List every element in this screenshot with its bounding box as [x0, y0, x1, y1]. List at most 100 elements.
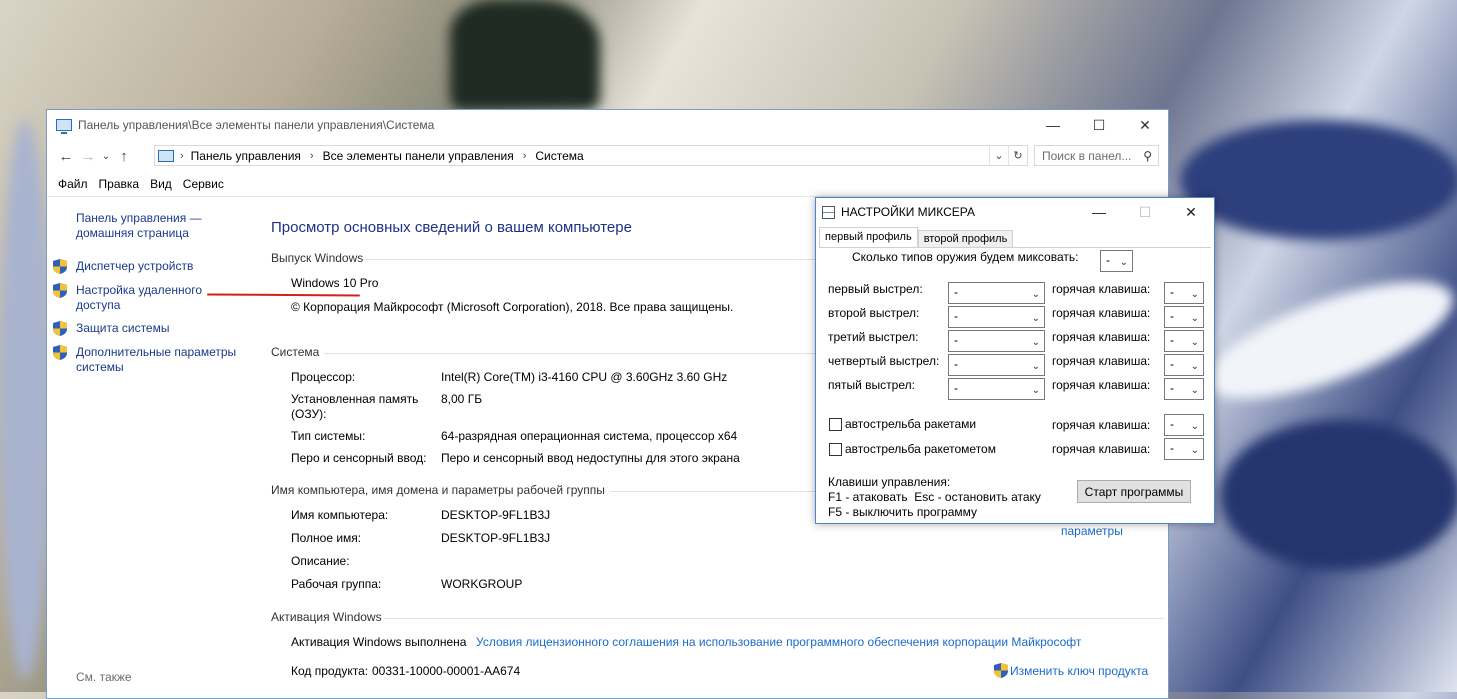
- pen-touch-label: Перо и сенсорный ввод:: [291, 451, 427, 465]
- sidebar-item-remote-settings[interactable]: Настройка удаленного доступа: [76, 283, 202, 313]
- computer-name-section-title: Имя компьютера, имя домена и параметры р…: [271, 483, 605, 497]
- select-value: -: [954, 285, 958, 299]
- controls-line-2: F5 - выключить программу: [828, 505, 978, 519]
- shot-2-label: второй выстрел:: [828, 306, 920, 320]
- chevron-down-icon: ⌄: [1190, 337, 1199, 348]
- select-value: -: [954, 309, 958, 323]
- select-value: -: [954, 381, 958, 395]
- controls-line-1: F1 - атаковать Esc - остановить атаку: [828, 490, 1041, 504]
- minimize-button[interactable]: —: [1030, 110, 1076, 140]
- auto-rockets-label: автострельба ракетами: [845, 417, 977, 431]
- select-value: -: [954, 357, 958, 371]
- sidebar-home-line2: домашняя страница: [76, 226, 189, 240]
- forward-arrow-icon[interactable]: →: [77, 148, 99, 165]
- sidebar-item-advanced-settings[interactable]: Дополнительные параметры системы: [76, 345, 236, 375]
- select-value: -: [1170, 285, 1174, 299]
- uac-shield-icon: [53, 345, 67, 360]
- select-value: -: [1170, 441, 1174, 455]
- back-arrow-icon[interactable]: ←: [55, 148, 77, 165]
- select-value: -: [1170, 381, 1174, 395]
- chevron-right-icon[interactable]: ›: [523, 150, 527, 162]
- menu-file[interactable]: Файл: [58, 177, 88, 191]
- chevron-down-icon: ⌄: [1119, 257, 1128, 268]
- computer-icon: [158, 149, 174, 162]
- shot-4-hotkey-select[interactable]: - ⌄: [1164, 354, 1204, 376]
- mixer-titlebar: НАСТРОЙКИ МИКСЕРА — ☐ ✕: [816, 198, 1214, 226]
- minimize-button[interactable]: —: [1076, 198, 1122, 226]
- sidebar-item-device-manager[interactable]: Диспетчер устройств: [76, 259, 193, 274]
- shot-3-select[interactable]: - ⌄: [948, 330, 1045, 352]
- select-value: -: [954, 333, 958, 347]
- sidebar-item-label: Дополнительные параметры: [76, 345, 237, 359]
- history-chevron-down-icon[interactable]: ⌄: [989, 146, 1008, 165]
- auto-rockets-hotkey-select[interactable]: - ⌄: [1164, 414, 1204, 436]
- weapon-types-select[interactable]: - ⌄: [1100, 250, 1133, 272]
- shot-5-hotkey-label: горячая клавиша:: [1052, 378, 1151, 392]
- auto-rockets-checkbox[interactable]: [829, 418, 842, 431]
- chevron-down-icon: ⌄: [1031, 385, 1040, 396]
- menu-edit[interactable]: Правка: [99, 177, 140, 191]
- shot-1-hotkey-select[interactable]: - ⌄: [1164, 282, 1204, 304]
- processor-label: Процессор:: [291, 370, 356, 384]
- menu-tools[interactable]: Сервис: [183, 177, 224, 191]
- auto-rockets-hotkey-label: горячая клавиша:: [1052, 418, 1151, 432]
- uac-shield-icon: [53, 283, 67, 298]
- maximize-button: ☐: [1138, 203, 1152, 220]
- shot-5-label: пятый выстрел:: [828, 378, 915, 392]
- shot-1-hotkey-label: горячая клавиша:: [1052, 282, 1151, 296]
- shot-3-hotkey-select[interactable]: - ⌄: [1164, 330, 1204, 352]
- computer-icon: [56, 119, 72, 134]
- chevron-down-icon: ⌄: [1190, 313, 1199, 324]
- tab-second-profile[interactable]: второй профиль: [917, 230, 1014, 247]
- close-button[interactable]: ✕: [1122, 110, 1168, 140]
- up-arrow-icon[interactable]: ↑: [113, 148, 135, 165]
- shot-2-hotkey-select[interactable]: - ⌄: [1164, 306, 1204, 328]
- shot-5-hotkey-select[interactable]: - ⌄: [1164, 378, 1204, 400]
- copyright-text: © Корпорация Майкрософт (Microsoft Corpo…: [291, 300, 734, 314]
- shot-2-select[interactable]: - ⌄: [948, 306, 1045, 328]
- sidebar-item-label: Настройка удаленного: [76, 283, 203, 297]
- recent-chevron-down-icon[interactable]: ⌄: [99, 151, 113, 162]
- change-settings-link[interactable]: параметры: [1061, 524, 1123, 538]
- shot-1-label: первый выстрел:: [828, 282, 923, 296]
- sidebar-item-label: системы: [76, 360, 124, 374]
- auto-launcher-checkbox[interactable]: [829, 443, 842, 456]
- auto-launcher-hotkey-select[interactable]: - ⌄: [1164, 438, 1204, 460]
- tab-first-profile[interactable]: первый профиль: [819, 227, 918, 247]
- chevron-right-icon[interactable]: ›: [310, 150, 314, 162]
- shot-1-select[interactable]: - ⌄: [948, 282, 1045, 304]
- shot-4-select[interactable]: - ⌄: [948, 354, 1045, 376]
- change-product-key-link[interactable]: Изменить ключ продукта: [1010, 664, 1148, 678]
- sidebar-item-label: Диспетчер устройств: [76, 259, 194, 273]
- wallpaper-shape: [450, 0, 600, 110]
- computer-name-label: Имя компьютера:: [291, 508, 389, 522]
- refresh-icon[interactable]: ↻: [1008, 146, 1027, 165]
- processor-value: Intel(R) Core(TM) i3-4160 CPU @ 3.60GHz …: [441, 370, 728, 384]
- shot-5-select[interactable]: - ⌄: [948, 378, 1045, 400]
- chevron-right-icon[interactable]: ›: [180, 150, 184, 162]
- start-program-button[interactable]: Старт программы: [1077, 480, 1191, 503]
- maximize-button[interactable]: ☐: [1076, 110, 1122, 140]
- close-button[interactable]: ✕: [1168, 198, 1214, 226]
- breadcrumb-system[interactable]: Система: [535, 149, 583, 163]
- pen-touch-value: Перо и сенсорный ввод недоступны для это…: [441, 451, 740, 465]
- select-value: -: [1170, 309, 1174, 323]
- weapon-types-label: Сколько типов оружия будем миксовать:: [852, 250, 1079, 264]
- select-value: -: [1170, 333, 1174, 347]
- shot-4-hotkey-label: горячая клавиша:: [1052, 354, 1151, 368]
- sidebar-item-label: Защита системы: [76, 321, 170, 335]
- product-code-value: 00331-10000-00001-AA674: [372, 664, 521, 678]
- description-label: Описание:: [291, 554, 350, 568]
- search-placeholder: Поиск в панел...: [1042, 148, 1132, 163]
- breadcrumb-control-panel[interactable]: Панель управления: [191, 149, 301, 163]
- breadcrumb-all-items[interactable]: Все элементы панели управления: [323, 149, 514, 163]
- system-type-value: 64-разрядная операционная система, проце…: [441, 429, 738, 443]
- sidebar-home-link[interactable]: Панель управления — домашняя страница: [76, 211, 202, 241]
- memory-label-line2: (ОЗУ):: [291, 407, 327, 421]
- chevron-down-icon: ⌄: [1190, 289, 1199, 300]
- license-terms-link[interactable]: Условия лицензионного соглашения на испо…: [476, 635, 1081, 649]
- search-input[interactable]: Поиск в панел... ⚲: [1034, 145, 1159, 166]
- menu-view[interactable]: Вид: [150, 177, 172, 191]
- address-bar[interactable]: › Панель управления › Все элементы панел…: [154, 145, 1028, 166]
- sidebar-item-system-protection[interactable]: Защита системы: [76, 321, 169, 336]
